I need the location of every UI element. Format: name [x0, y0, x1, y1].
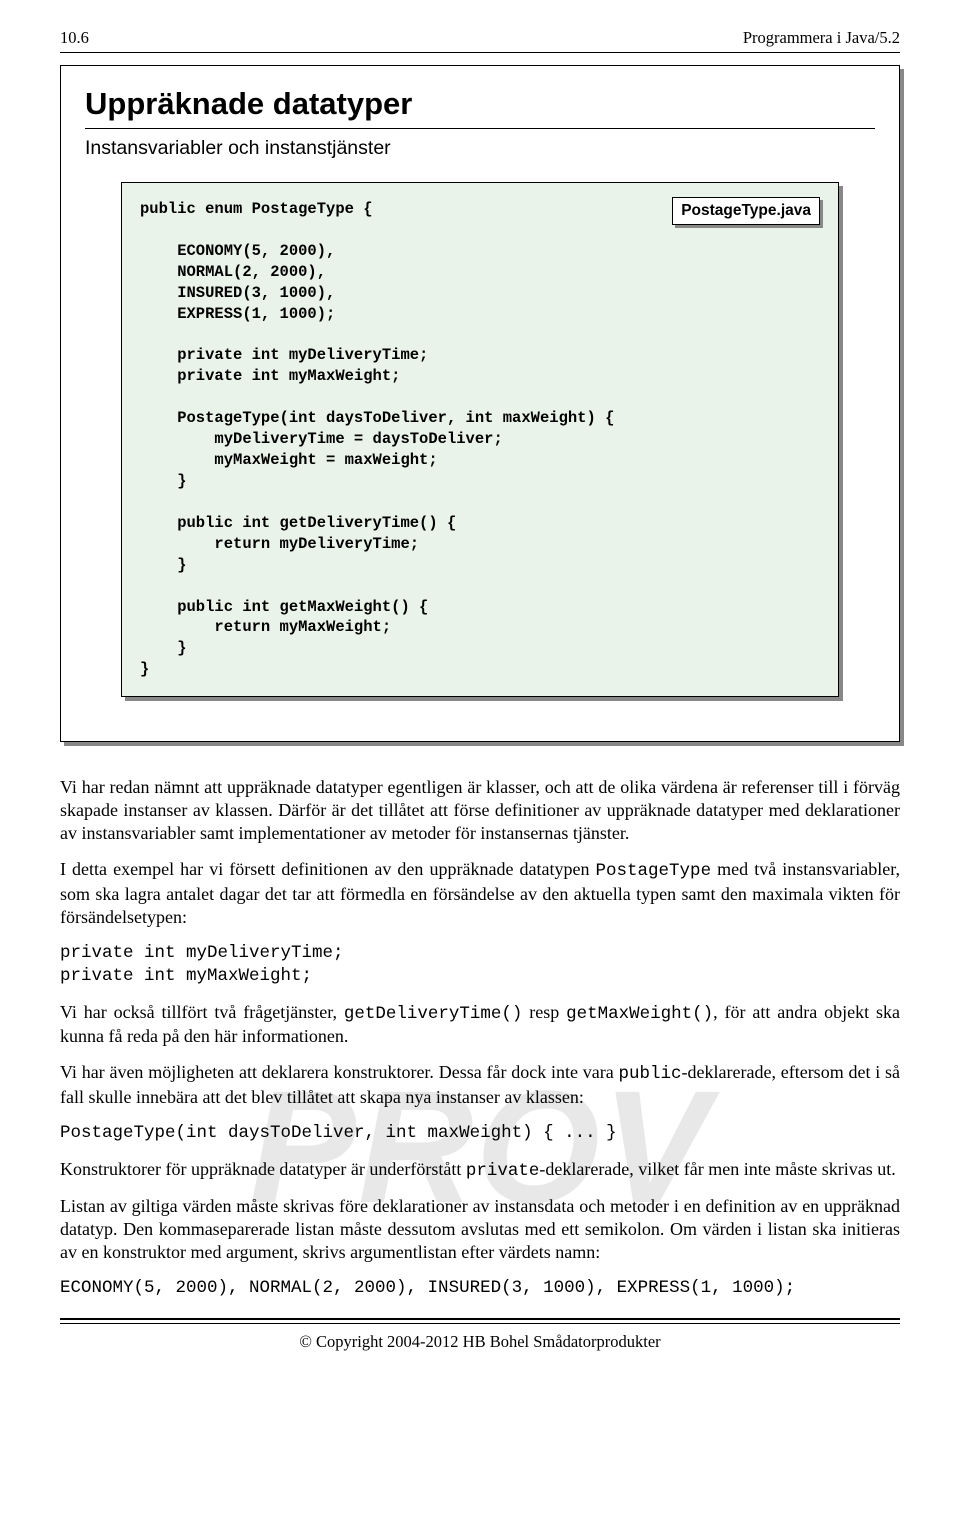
header-rule: [60, 52, 900, 53]
paragraph-6: Listan av giltiga värden måste skrivas f…: [60, 1195, 900, 1264]
slide-panel: Uppräknade datatyper Instansvariabler oc…: [60, 65, 900, 742]
page-header: 10.6 Programmera i Java/5.2: [60, 28, 900, 48]
code-block-3: ECONOMY(5, 2000), NORMAL(2, 2000), INSUR…: [60, 1277, 900, 1300]
inline-code: getMaxWeight(): [566, 1004, 713, 1024]
body-text: Vi har redan nämnt att uppräknade dataty…: [60, 776, 900, 1300]
text-run: Vi har också tillfört två frågetjänster,: [60, 1002, 344, 1022]
code-block-2: PostageType(int daysToDeliver, int maxWe…: [60, 1122, 900, 1145]
copyright-footer: © Copyright 2004-2012 HB Bohel Smådatorp…: [60, 1332, 900, 1352]
code-example-box: PostageType.java public enum PostageType…: [121, 182, 839, 697]
code-listing: public enum PostageType { ECONOMY(5, 200…: [140, 199, 820, 680]
paragraph-1: Vi har redan nämnt att uppräknade dataty…: [60, 776, 900, 845]
text-run: resp: [522, 1002, 566, 1022]
paragraph-2: I detta exempel har vi försett definitio…: [60, 858, 900, 928]
panel-subtitle: Instansvariabler och instanstjänster: [85, 137, 875, 160]
inline-code: PostageType: [596, 861, 712, 881]
text-run: I detta exempel har vi försett definitio…: [60, 859, 596, 879]
inline-code: private: [466, 1161, 540, 1181]
text-run: Vi har även möjligheten att deklarera ko…: [60, 1062, 619, 1082]
text-run: -deklarerade, vilket får men inte måste …: [539, 1159, 895, 1179]
file-name-tag: PostageType.java: [672, 197, 820, 225]
paragraph-4: Vi har även möjligheten att deklarera ko…: [60, 1061, 900, 1108]
footer-rule: [60, 1318, 900, 1320]
page-number: 10.6: [60, 28, 89, 48]
code-block-1: private int myDeliveryTime; private int …: [60, 942, 900, 988]
inline-code: getDeliveryTime(): [344, 1004, 523, 1024]
section-title: Programmera i Java/5.2: [743, 28, 900, 48]
inline-code: public: [619, 1064, 682, 1084]
paragraph-5: Konstruktorer för uppräknade datatyper ä…: [60, 1158, 900, 1182]
footer-rule-inner: [60, 1323, 900, 1324]
paragraph-3: Vi har också tillfört två frågetjänster,…: [60, 1001, 900, 1048]
panel-title: Uppräknade datatyper: [85, 86, 875, 122]
text-run: Konstruktorer för uppräknade datatyper ä…: [60, 1159, 466, 1179]
panel-divider: [85, 128, 875, 129]
